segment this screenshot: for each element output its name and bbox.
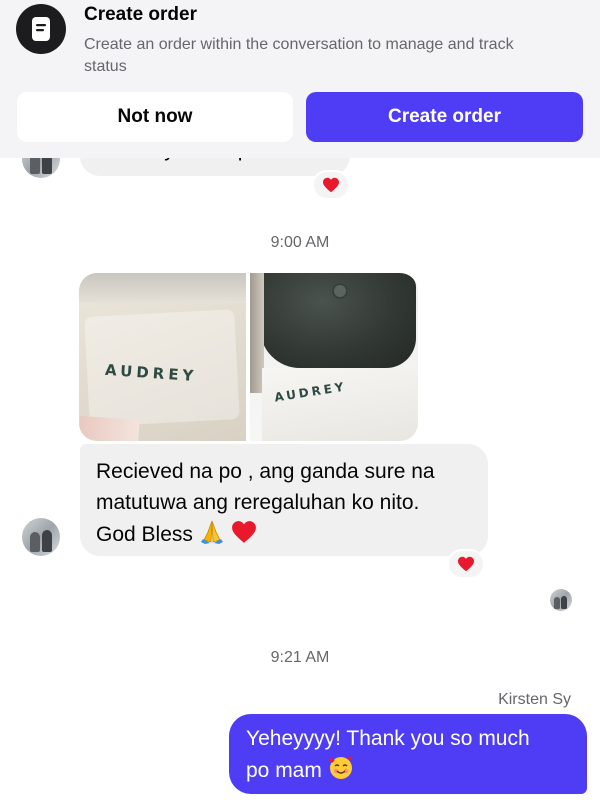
message-line: matutuwa ang reregaluhan ko nito. bbox=[96, 491, 420, 514]
message-bubble[interactable]: Yeheyyyy! Thank you so much po mam bbox=[229, 714, 587, 794]
heart-reaction[interactable] bbox=[447, 549, 485, 579]
folded-hands-emoji bbox=[200, 520, 223, 544]
banner-title: Create order bbox=[84, 4, 197, 25]
banner-description: Create an order within the conversation … bbox=[84, 36, 514, 75]
timestamp: 9:00 AM bbox=[270, 234, 330, 251]
create-order-button[interactable]: Create order bbox=[306, 92, 583, 142]
heart-reaction[interactable] bbox=[312, 170, 350, 200]
sender-name: Kirsten Sy bbox=[498, 691, 571, 708]
red-heart-icon bbox=[323, 177, 339, 193]
red-heart-icon bbox=[458, 556, 474, 572]
message-text: Recieved na po , ang ganda sure na matut… bbox=[96, 456, 435, 550]
not-now-button[interactable]: Not now bbox=[17, 92, 293, 142]
attached-photo[interactable]: AUDREY bbox=[250, 273, 418, 441]
message-line: po mam bbox=[246, 759, 322, 782]
create-order-banner: Create order Create an order within the … bbox=[0, 0, 600, 158]
seen-indicator-avatar bbox=[550, 589, 572, 611]
attached-photo[interactable]: AUDREY bbox=[79, 273, 246, 441]
order-document-icon bbox=[16, 4, 66, 54]
message-line: Yeheyyyy! Thank you so much bbox=[246, 727, 530, 750]
message-text: Yeheyyyy! Thank you so much po mam bbox=[246, 723, 530, 786]
red-heart-emoji bbox=[231, 521, 256, 543]
message-line: God Bless bbox=[96, 523, 193, 546]
timestamp: 9:21 AM bbox=[270, 649, 330, 666]
smiling-face-with-hearts-emoji bbox=[329, 756, 352, 779]
message-line: Recieved na po , ang ganda sure na bbox=[96, 460, 435, 483]
contact-avatar[interactable] bbox=[22, 518, 60, 556]
message-bubble[interactable]: Recieved na po , ang ganda sure na matut… bbox=[80, 444, 488, 556]
